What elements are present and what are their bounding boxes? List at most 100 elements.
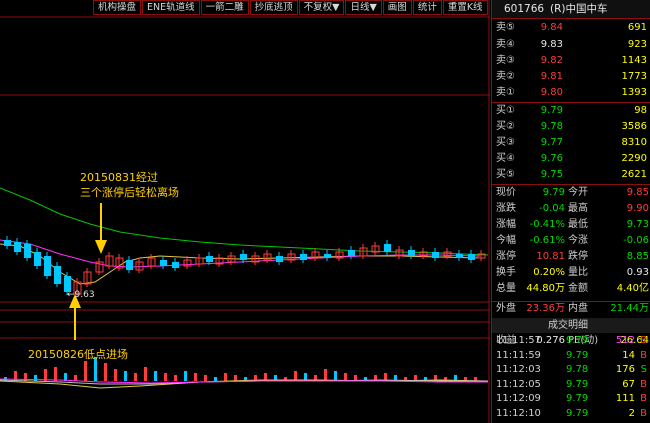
trade-direction: B bbox=[640, 349, 647, 361]
buy-level-label: 买④ bbox=[496, 153, 515, 164]
trade-time: 11:12:03 bbox=[496, 364, 541, 375]
sell-level-label: 卖④ bbox=[496, 39, 515, 50]
quote-label-right: 跌停 bbox=[568, 251, 588, 262]
quote-label-right: 今涨 bbox=[568, 235, 588, 246]
buy-level-label: 买② bbox=[496, 121, 515, 132]
buy-price: 9.77 bbox=[540, 137, 563, 148]
sell-volume: 1773 bbox=[621, 71, 647, 82]
quote-label-right: 最高 bbox=[568, 203, 588, 214]
quote-value-left: 0.20% bbox=[533, 267, 565, 278]
sell-row[interactable]: 卖① 9.80 1393 bbox=[492, 85, 650, 101]
sell-row[interactable]: 卖③ 9.82 1143 bbox=[492, 53, 650, 69]
trade-row: 11:12:05 9.79 67 B bbox=[492, 378, 650, 392]
sell-row[interactable]: 卖⑤ 9.84 691 bbox=[492, 20, 650, 36]
buy-volume: 2621 bbox=[621, 169, 647, 180]
quote-value-right: -0.06 bbox=[623, 235, 649, 246]
trade-volume: 67 bbox=[622, 378, 635, 390]
trade-time: 11:12:10 bbox=[496, 407, 541, 419]
trade-price: 9.78 bbox=[566, 364, 589, 375]
sell-price: 9.80 bbox=[540, 87, 563, 98]
quote-value-left: 10.81 bbox=[536, 251, 565, 262]
trade-row: 11:11:57 9.79 512 B bbox=[492, 334, 650, 348]
trade-price: 9.79 bbox=[566, 393, 589, 404]
buy-row[interactable]: 买⑤ 9.75 2621 bbox=[492, 167, 650, 183]
sell-volume: 923 bbox=[627, 39, 647, 50]
buy-level-label: 买③ bbox=[496, 137, 515, 148]
buy-volume: 2290 bbox=[621, 153, 647, 164]
sell-row[interactable]: 卖④ 9.83 923 bbox=[492, 37, 650, 53]
quote-label-right: 内盘 bbox=[568, 303, 588, 314]
buy-price: 9.79 bbox=[540, 105, 563, 116]
trade-row: 11:11:59 9.79 14 B bbox=[492, 349, 650, 363]
trade-direction: B bbox=[640, 393, 647, 404]
trade-volume: 2 bbox=[628, 407, 635, 419]
quote-label-left: 总量 bbox=[496, 283, 516, 294]
quote-row: 总量 44.80万 金额 4.40亿 bbox=[492, 281, 650, 297]
arrow-down-annotation bbox=[69, 294, 81, 340]
quote-value-right: 8.85 bbox=[626, 251, 649, 262]
quote-value-right: 21.44万 bbox=[610, 303, 649, 314]
quote-value-left: 9.79 bbox=[542, 187, 565, 198]
trade-price: 9.79 bbox=[566, 349, 589, 361]
quote-value-right: 9.73 bbox=[626, 219, 649, 230]
quote-value-left: -0.41% bbox=[529, 219, 565, 230]
trade-volume: 111 bbox=[615, 393, 635, 404]
quote-value-left: 44.80万 bbox=[526, 283, 565, 294]
buy-price: 9.78 bbox=[540, 121, 563, 132]
trade-row: 11:12:03 9.78 176 S bbox=[492, 363, 650, 377]
quote-row: 现价 9.79 今开 9.85 bbox=[492, 185, 650, 201]
quote-value-right: 4.40亿 bbox=[616, 283, 649, 294]
trade-row: 11:12:10 9.79 2 B bbox=[492, 407, 650, 421]
quote-label-left: 现价 bbox=[496, 187, 516, 198]
stock-code: 601766 bbox=[504, 3, 545, 15]
quote-label-right: 金额 bbox=[568, 283, 588, 294]
sell-volume: 1393 bbox=[621, 87, 647, 98]
buy-volume: 98 bbox=[634, 105, 647, 116]
buy-row[interactable]: 买① 9.79 98 bbox=[492, 103, 650, 119]
trade-price: 9.79 bbox=[566, 407, 589, 419]
sell-volume: 691 bbox=[627, 22, 647, 33]
buy-price: 9.76 bbox=[540, 153, 563, 164]
quote-value-right: 9.90 bbox=[626, 203, 649, 214]
sell-price: 9.84 bbox=[540, 22, 563, 33]
quote-row: 涨停 10.81 跌停 8.85 bbox=[492, 249, 650, 265]
sell-level-label: 卖⑤ bbox=[496, 22, 515, 33]
annotation-entry: 20150826低点进场 bbox=[28, 348, 128, 361]
trade-direction: B bbox=[640, 407, 647, 419]
trades-header: 成交明细 bbox=[492, 318, 650, 333]
trades-title: 成交明细 bbox=[548, 320, 588, 331]
quote-label-left: 涨停 bbox=[496, 251, 516, 262]
trade-time: 11:11:59 bbox=[496, 349, 541, 361]
sell-level-label: 卖① bbox=[496, 87, 515, 98]
quote-value-left: -0.61% bbox=[529, 235, 565, 246]
quote-row: 换手 0.20% 量比 0.93 bbox=[492, 265, 650, 281]
buy-row[interactable]: 买③ 9.77 8310 bbox=[492, 135, 650, 151]
sell-row[interactable]: 卖② 9.81 1773 bbox=[492, 69, 650, 85]
buy-level-label: 买① bbox=[496, 105, 515, 116]
quote-label-right: 量比 bbox=[568, 267, 588, 278]
trade-price: 9.79 bbox=[566, 378, 589, 390]
sell-price: 9.82 bbox=[540, 55, 563, 66]
quote-row: 外盘 23.36万 内盘 21.44万 bbox=[492, 301, 650, 317]
ma-line-green bbox=[0, 187, 489, 256]
buy-row[interactable]: 买④ 9.76 2290 bbox=[492, 151, 650, 167]
annotation-exit-line2: 三个涨停后轻松离场 bbox=[80, 186, 179, 199]
quote-panel: 601766 (R)中国中车 卖⑤ 9.84 691 卖④ 9.83 923 卖③ 9.82 1… bbox=[491, 0, 650, 423]
trade-volume: 512 bbox=[615, 335, 635, 346]
quote-value-left: -0.04 bbox=[539, 203, 565, 214]
quote-label-left: 外盘 bbox=[496, 303, 516, 314]
low-price-label: ←9.63 bbox=[67, 290, 95, 300]
buy-row[interactable]: 买② 9.78 3586 bbox=[492, 119, 650, 135]
quote-value-left: 23.36万 bbox=[526, 303, 565, 314]
buy-level-label: 买⑤ bbox=[496, 169, 515, 180]
trade-direction: B bbox=[640, 335, 647, 346]
kline-chart[interactable]: 机构操盘 ENE轨道线 一箭二雕 抄底逃顶 不复权▼ 日线▼ 画图 统计 重置K… bbox=[0, 0, 490, 423]
sell-price: 9.83 bbox=[540, 39, 563, 50]
quote-row: 涨跌 -0.04 最高 9.90 bbox=[492, 201, 650, 217]
quote-value-right: 0.93 bbox=[626, 267, 649, 278]
sell-level-label: 卖② bbox=[496, 71, 515, 82]
sell-level-label: 卖③ bbox=[496, 55, 515, 66]
trade-time: 11:11:57 bbox=[496, 335, 541, 346]
trade-time: 11:12:09 bbox=[496, 393, 541, 404]
quote-label-right: 最低 bbox=[568, 219, 588, 230]
